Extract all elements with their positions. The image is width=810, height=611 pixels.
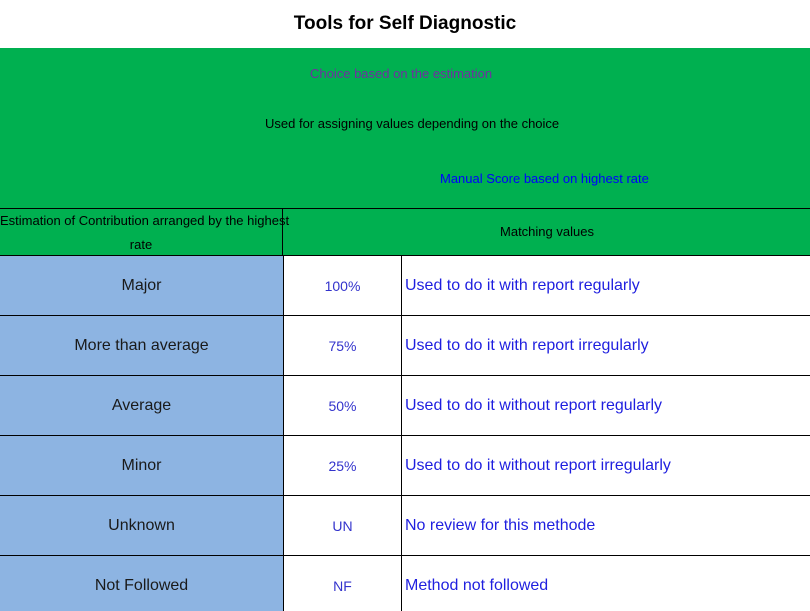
estimation-cell[interactable]: More than average: [0, 316, 284, 375]
legend-used-text: Used for assigning values depending on t…: [265, 116, 560, 131]
legend-band: Choice based on the estimation Used for …: [0, 48, 810, 209]
estimation-cell[interactable]: Average: [0, 376, 284, 435]
description-cell[interactable]: Used to do it with report irregularly: [405, 316, 810, 375]
value-cell[interactable]: 75%: [284, 316, 402, 375]
description-cell[interactable]: Used to do it without report irregularly: [405, 436, 810, 495]
legend-choice-text: Choice based on the estimation: [310, 66, 493, 81]
value-cell[interactable]: UN: [284, 496, 402, 555]
estimation-cell[interactable]: Not Followed: [0, 556, 284, 611]
value-cell[interactable]: 50%: [284, 376, 402, 435]
table-row: Unknown UN No review for this methode: [0, 496, 810, 556]
header-estimation-line2: rate: [129, 237, 153, 252]
page-title: Tools for Self Diagnostic: [293, 13, 517, 34]
legend-manual-text: Manual Score based on highest rate: [440, 171, 649, 186]
table-row: Major 100% Used to do it with report reg…: [0, 256, 810, 316]
description-cell[interactable]: Method not followed: [405, 556, 810, 611]
estimation-cell[interactable]: Unknown: [0, 496, 284, 555]
estimation-cell[interactable]: Major: [0, 256, 284, 315]
table-body: Major 100% Used to do it with report reg…: [0, 256, 810, 611]
spreadsheet-page: Tools for Self Diagnostic Choice based o…: [0, 0, 810, 611]
value-cell[interactable]: 25%: [284, 436, 402, 495]
estimation-cell[interactable]: Minor: [0, 436, 284, 495]
table-row: Minor 25% Used to do it without report i…: [0, 436, 810, 496]
table-row: Not Followed NF Method not followed: [0, 556, 810, 611]
header-estimation-line1: Estimation of Contribution arranged by t…: [0, 213, 290, 228]
header-matching: Matching values: [500, 224, 594, 239]
description-cell[interactable]: Used to do it without report regularly: [405, 376, 810, 435]
table-header: Estimation of Contribution arranged by t…: [0, 208, 810, 256]
value-cell[interactable]: NF: [284, 556, 402, 611]
header-estimation: Estimation of Contribution arranged by t…: [0, 209, 290, 255]
description-cell[interactable]: No review for this methode: [405, 496, 810, 555]
table-row: Average 50% Used to do it without report…: [0, 376, 810, 436]
value-cell[interactable]: 100%: [284, 256, 402, 315]
description-cell[interactable]: Used to do it with report regularly: [405, 256, 810, 315]
table-row: More than average 75% Used to do it with…: [0, 316, 810, 376]
